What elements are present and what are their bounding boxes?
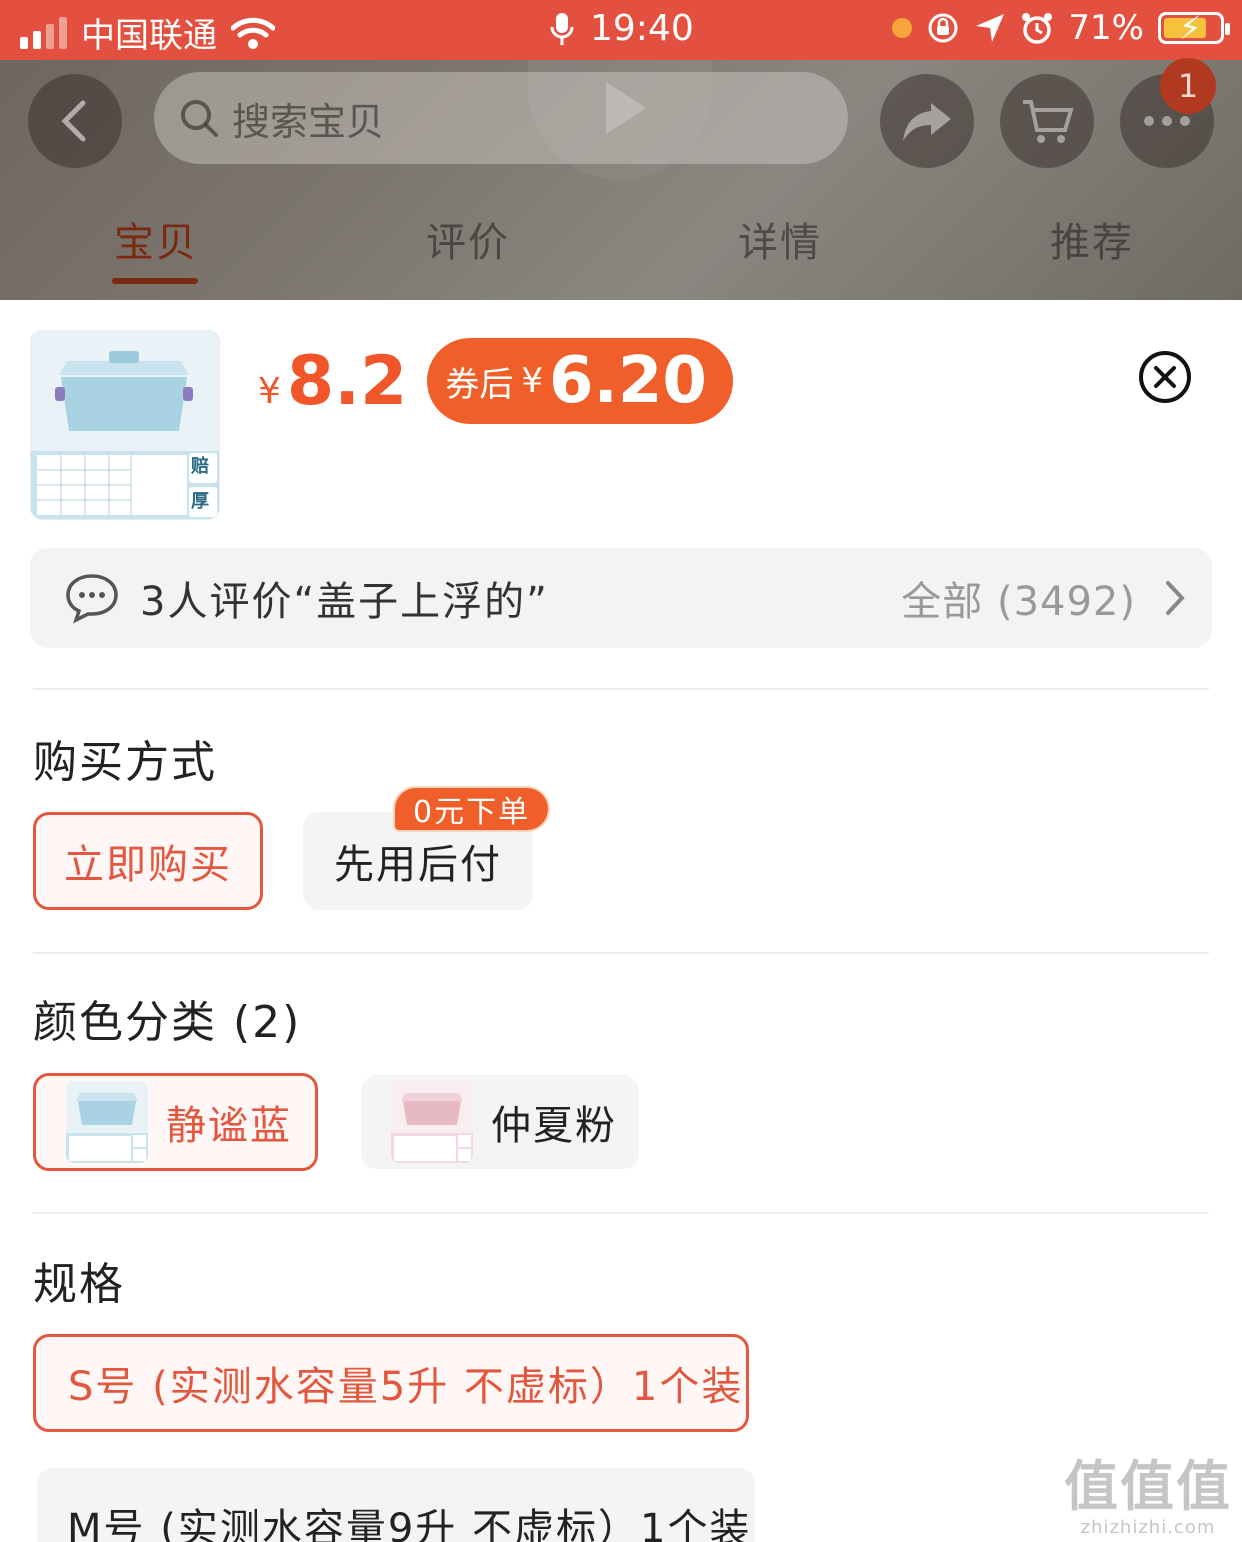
coupon-label: 券后 [445, 364, 514, 405]
watermark-site: zhizhizhi.com [1080, 1517, 1216, 1538]
microphone-icon [550, 12, 574, 45]
color-option-blue[interactable]: 静谧蓝 [33, 1073, 318, 1171]
active-tab-indicator [112, 278, 198, 284]
currency-symbol: ¥ [258, 370, 281, 412]
color-option-pink[interactable]: 仲夏粉 [361, 1075, 639, 1169]
color-pink-label: 仲夏粉 [491, 1103, 617, 1149]
spec-m-label: M号 (实测水容量9升 不虚标）1个装 [67, 1506, 752, 1542]
battery-icon: ⚡ [1158, 9, 1230, 47]
pay-later-label: 先用后付 [334, 842, 502, 888]
search-icon [181, 100, 218, 137]
price-area: ¥ 8.2 券后 ¥ 6.20 [258, 338, 733, 424]
clock: 19:40 [590, 8, 694, 49]
zero-yuan-order-badge: 0元下单 [393, 786, 551, 832]
close-circle-icon [1139, 351, 1191, 403]
privacy-dot-icon [892, 18, 913, 38]
cart-count-badge: 1 [1160, 58, 1216, 114]
all-reviews-link[interactable]: 全部 (3492) [901, 569, 1136, 627]
current-price: 8.2 [286, 341, 408, 421]
thumb-badge-thick: 厚 [191, 491, 209, 512]
review-summary-bar[interactable]: 3人评价“盖子上浮的” 全部 (3492) [30, 548, 1212, 648]
alarm-icon [1022, 13, 1053, 44]
purchase-method-title: 购买方式 [33, 737, 217, 788]
search-placeholder: 搜索宝贝 [232, 99, 385, 144]
wifi-icon [231, 17, 275, 49]
review-summary-text: 3人评价“盖子上浮的” [140, 579, 549, 625]
watermark-logo: 值值值 [1064, 1455, 1232, 1518]
tab-reviews[interactable]: 评价 [426, 210, 510, 268]
chevron-left-icon [61, 100, 86, 142]
color-thumb-blue [66, 1081, 148, 1163]
buy-now-label: 立即购买 [64, 842, 232, 888]
thumb-badge-compensate: 赔 [191, 456, 209, 477]
search-input[interactable]: 搜索宝贝 [154, 72, 848, 164]
location-arrow-icon [976, 14, 1005, 42]
color-blue-label: 静谧蓝 [166, 1103, 292, 1149]
site-watermark: 值值值 zhizhizhi.com [1064, 1442, 1232, 1538]
cart-icon [1023, 100, 1074, 143]
spec-s-label: S号 (实测水容量5升 不虚标）1个装 [68, 1364, 744, 1410]
back-button[interactable] [28, 74, 122, 168]
more-dots-icon [1144, 116, 1190, 126]
battery-percent: 71% [1068, 8, 1144, 48]
buy-now-option[interactable]: 立即购买 [33, 812, 263, 910]
cart-button[interactable] [1000, 74, 1094, 168]
chat-bubble-icon [66, 574, 118, 624]
tab-baobei[interactable]: 宝贝 [114, 210, 198, 268]
tab-recommend[interactable]: 推荐 [1050, 210, 1134, 268]
divider [33, 952, 1209, 954]
color-category-title: 颜色分类 (2) [33, 997, 302, 1048]
color-thumb-pink [391, 1081, 473, 1163]
coupon-price-badge: 券后 ¥ 6.20 [427, 338, 733, 424]
spec-option-s[interactable]: S号 (实测水容量5升 不虚标）1个装 [33, 1334, 749, 1432]
coupon-price: 6.20 [549, 344, 707, 418]
spec-title: 规格 [33, 1259, 125, 1310]
rotation-lock-icon [928, 13, 958, 43]
status-bar: 中国联通 19:40 71% ⚡ [0, 0, 1242, 60]
divider [33, 1212, 1209, 1214]
share-button[interactable] [880, 74, 974, 168]
divider [33, 688, 1209, 690]
close-button[interactable] [1138, 350, 1192, 404]
signal-icon [20, 16, 67, 49]
coupon-currency: ¥ [521, 361, 544, 401]
chevron-right-icon [1166, 581, 1185, 615]
tab-details[interactable]: 详情 [738, 210, 822, 268]
share-icon [903, 103, 951, 141]
carrier-label: 中国联通 [81, 16, 217, 56]
spec-option-m[interactable]: M号 (实测水容量9升 不虚标）1个装 [37, 1468, 755, 1542]
